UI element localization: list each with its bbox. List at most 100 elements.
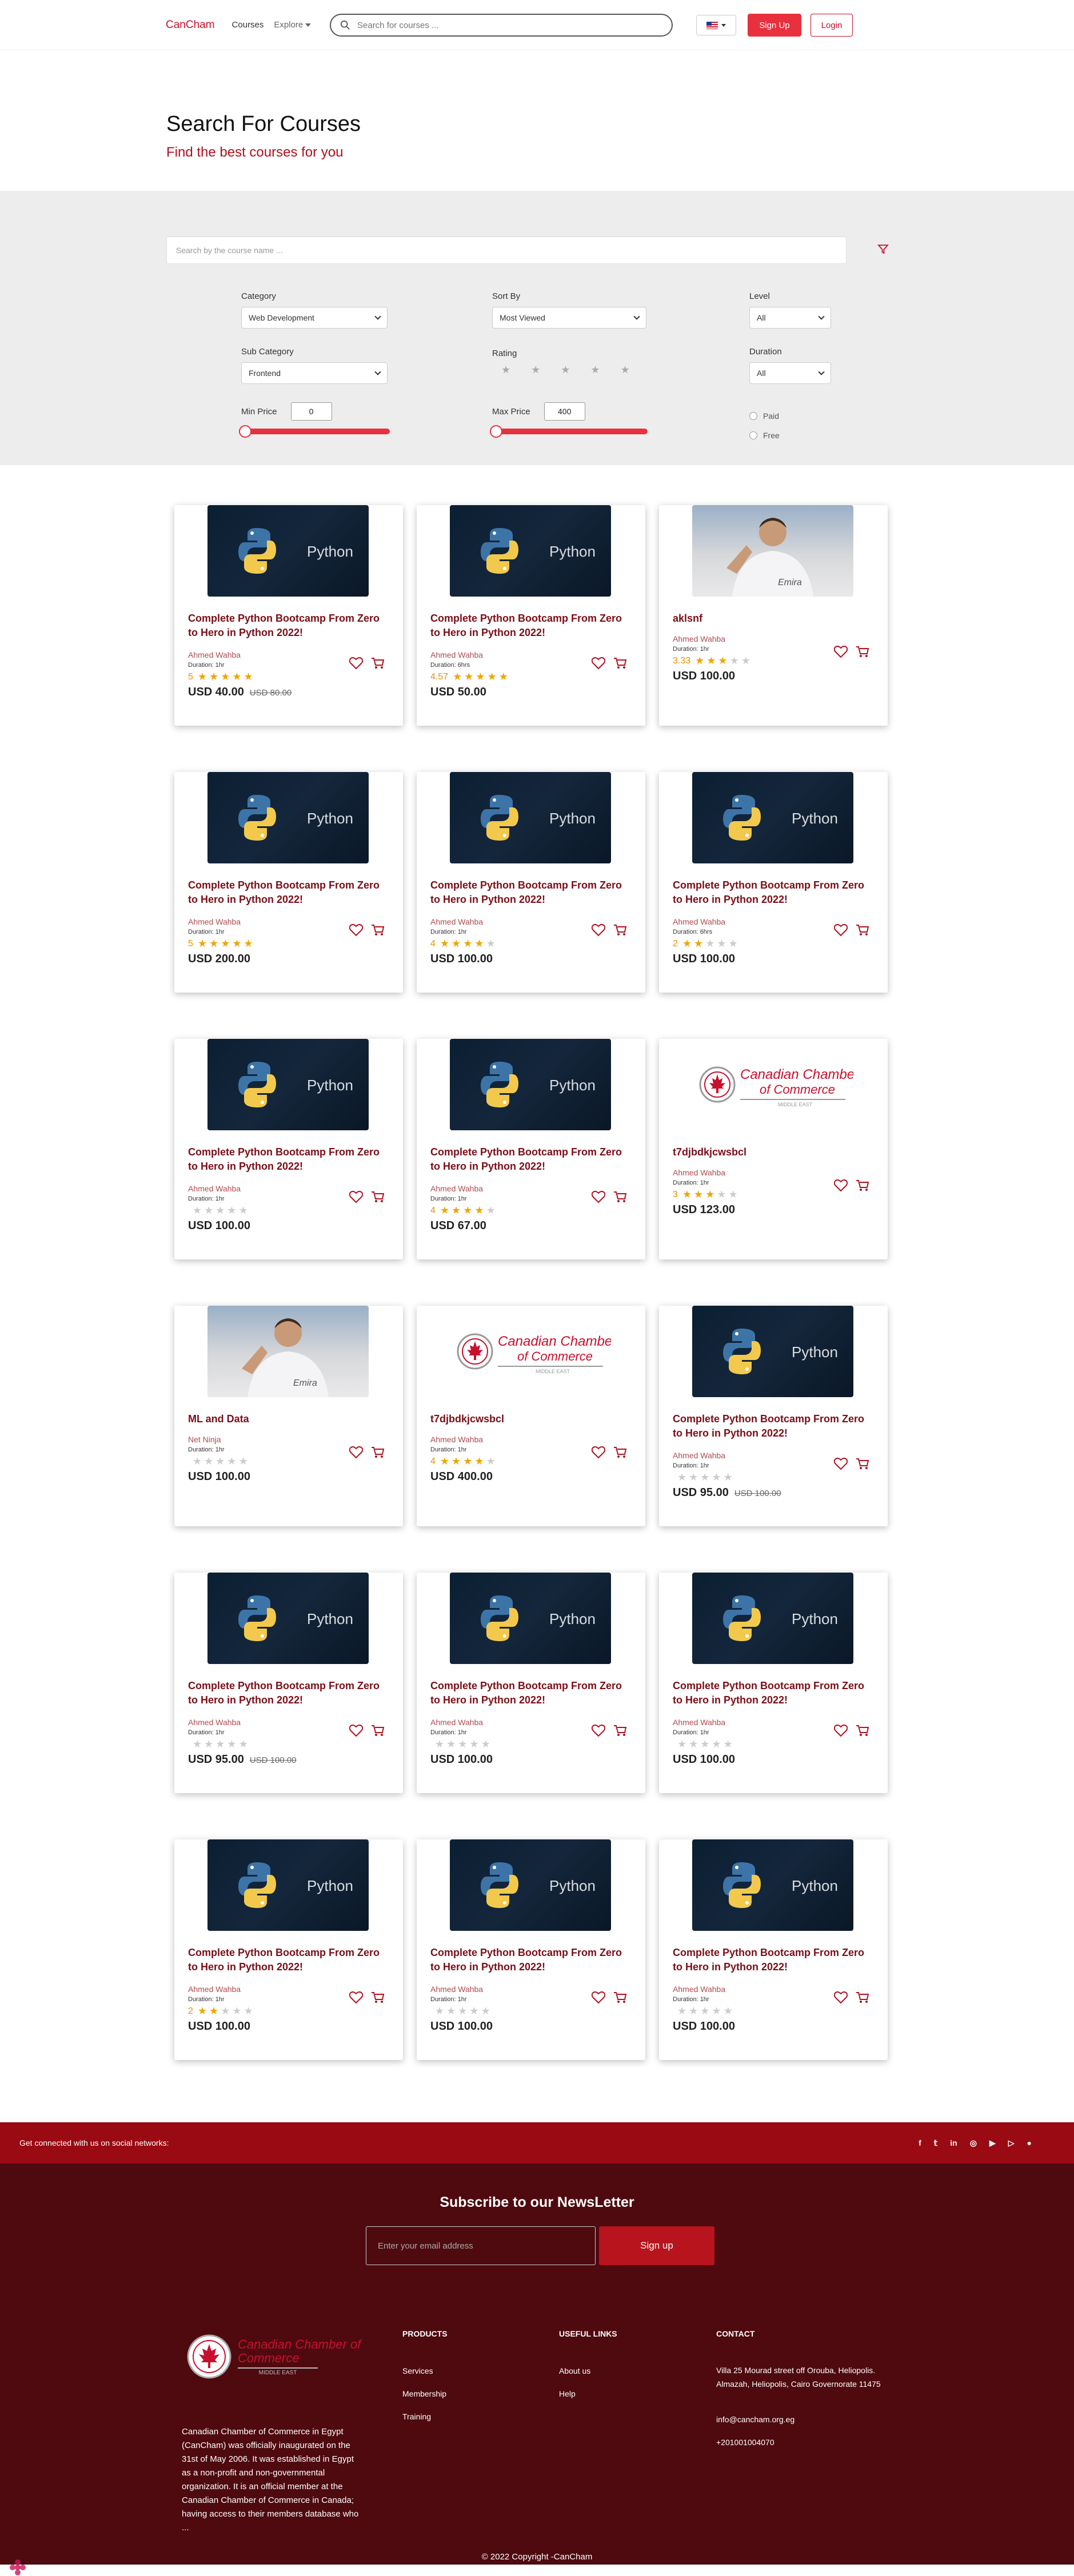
heart-icon[interactable] bbox=[592, 1725, 605, 1737]
course-card[interactable]: Python Complete Python Bootcamp From Zero… bbox=[417, 1573, 645, 1793]
signup-button[interactable]: Sign Up bbox=[748, 14, 801, 37]
slider-thumb[interactable] bbox=[490, 425, 502, 438]
heart-icon[interactable] bbox=[592, 1991, 605, 2004]
course-thumbnail[interactable]: Python bbox=[207, 1039, 369, 1130]
navbar-search[interactable] bbox=[330, 14, 673, 37]
course-card[interactable]: Python Complete Python Bootcamp From Zero… bbox=[659, 1839, 888, 2060]
radio-button[interactable] bbox=[749, 431, 757, 439]
language-selector[interactable] bbox=[696, 15, 736, 35]
footer-phone[interactable]: +201001004070 bbox=[716, 2438, 774, 2447]
login-button[interactable]: Login bbox=[811, 14, 853, 37]
course-thumbnail[interactable]: Python bbox=[450, 1839, 611, 1931]
course-card[interactable]: Python Complete Python Bootcamp From Zero… bbox=[417, 505, 645, 726]
google-play-icon[interactable]: ▷ bbox=[1008, 2138, 1015, 2148]
heart-icon[interactable] bbox=[834, 1458, 848, 1470]
navbar-search-input[interactable] bbox=[357, 20, 643, 30]
course-thumbnail[interactable]: Emira bbox=[692, 505, 853, 597]
course-title[interactable]: t7djbdkjcwsbcl bbox=[673, 1145, 874, 1159]
course-card[interactable]: Canadian Chamber of Commerce MIDDLE EAST t7… bbox=[659, 1039, 888, 1259]
heart-icon[interactable] bbox=[834, 1725, 848, 1737]
course-card[interactable]: Python Complete Python Bootcamp From Zero… bbox=[417, 1039, 645, 1259]
course-title[interactable]: Complete Python Bootcamp From Zero to He… bbox=[430, 1946, 632, 1974]
nav-courses-link[interactable]: Courses bbox=[232, 20, 264, 30]
rating-stars[interactable]: ★ ★ ★ ★ ★ bbox=[492, 364, 650, 376]
course-thumbnail[interactable]: Python bbox=[207, 772, 369, 863]
heart-icon[interactable] bbox=[349, 1991, 363, 2004]
course-title[interactable]: t7djbdkjcwsbcl bbox=[430, 1412, 632, 1426]
course-card[interactable]: Emira ML and Data Net Ninja Duration: 1hr ★ ★… bbox=[174, 1306, 403, 1526]
course-thumbnail[interactable]: Python bbox=[692, 1839, 853, 1931]
course-card[interactable]: Python Complete Python Bootcamp From Zero… bbox=[174, 505, 403, 726]
star-icon[interactable]: ★ bbox=[561, 364, 570, 375]
free-radio[interactable]: Free bbox=[749, 431, 780, 440]
course-title[interactable]: Complete Python Bootcamp From Zero to He… bbox=[673, 1679, 874, 1707]
max-price-input[interactable]: 400 bbox=[544, 402, 585, 421]
cart-icon[interactable] bbox=[856, 1179, 869, 1192]
heart-icon[interactable] bbox=[349, 1725, 363, 1737]
heart-icon[interactable] bbox=[834, 924, 848, 937]
course-card[interactable]: Python Complete Python Bootcamp From Zero… bbox=[659, 1306, 888, 1526]
heart-icon[interactable] bbox=[592, 657, 605, 670]
cart-icon[interactable] bbox=[856, 1725, 869, 1737]
heart-icon[interactable] bbox=[349, 657, 363, 670]
course-thumbnail[interactable]: Python bbox=[207, 505, 369, 597]
facebook-icon[interactable]: f bbox=[919, 2138, 921, 2148]
course-card[interactable]: Python Complete Python Bootcamp From Zero… bbox=[174, 1039, 403, 1259]
level-select[interactable]: All bbox=[749, 307, 831, 329]
newsletter-email-input[interactable]: Enter your email address bbox=[366, 2226, 596, 2265]
footer-link-training[interactable]: Training bbox=[402, 2412, 431, 2421]
course-title[interactable]: Complete Python Bootcamp From Zero to He… bbox=[430, 1145, 632, 1174]
course-title[interactable]: Complete Python Bootcamp From Zero to He… bbox=[673, 878, 874, 907]
category-select[interactable]: Web Development bbox=[241, 307, 388, 329]
course-name-search-input[interactable]: Search by the course name ... bbox=[166, 237, 847, 264]
course-title[interactable]: ML and Data bbox=[188, 1412, 389, 1426]
heart-icon[interactable] bbox=[834, 1991, 848, 2004]
course-card[interactable]: Python Complete Python Bootcamp From Zero… bbox=[174, 1573, 403, 1793]
heart-icon[interactable] bbox=[592, 1446, 605, 1459]
course-title[interactable]: Complete Python Bootcamp From Zero to He… bbox=[430, 611, 632, 640]
course-title[interactable]: Complete Python Bootcamp From Zero to He… bbox=[673, 1412, 874, 1441]
course-title[interactable]: Complete Python Bootcamp From Zero to He… bbox=[188, 1946, 389, 1974]
heart-icon[interactable] bbox=[592, 924, 605, 937]
cart-icon[interactable] bbox=[856, 924, 869, 937]
cart-icon[interactable] bbox=[613, 1446, 627, 1459]
course-title[interactable]: Complete Python Bootcamp From Zero to He… bbox=[188, 1145, 389, 1174]
course-thumbnail[interactable]: Canadian Chamber of Commerce MIDDLE EAST bbox=[450, 1306, 611, 1397]
course-thumbnail[interactable]: Python bbox=[450, 1039, 611, 1130]
newsletter-signup-button[interactable]: Sign up bbox=[599, 2226, 714, 2265]
filter-icon[interactable] bbox=[877, 243, 889, 255]
min-price-input[interactable]: 0 bbox=[290, 402, 332, 421]
footer-link-membership[interactable]: Membership bbox=[402, 2389, 446, 2398]
cart-icon[interactable] bbox=[371, 1991, 385, 2004]
course-thumbnail[interactable]: Python bbox=[207, 1573, 369, 1664]
course-card[interactable]: Canadian Chamber of Commerce MIDDLE EAST t7… bbox=[417, 1306, 645, 1526]
cart-icon[interactable] bbox=[371, 1191, 385, 1203]
youtube-icon[interactable]: ▶ bbox=[989, 2138, 996, 2148]
star-icon[interactable]: ★ bbox=[501, 364, 510, 375]
heart-icon[interactable] bbox=[834, 646, 848, 658]
radio-button[interactable] bbox=[749, 412, 757, 420]
footer-link-about[interactable]: About us bbox=[559, 2366, 590, 2375]
course-title[interactable]: Complete Python Bootcamp From Zero to He… bbox=[673, 1946, 874, 1974]
slider-thumb[interactable] bbox=[239, 425, 251, 438]
nav-explore-dropdown[interactable]: Explore bbox=[274, 20, 312, 30]
course-thumbnail[interactable]: Python bbox=[450, 1573, 611, 1664]
paid-radio[interactable]: Paid bbox=[749, 411, 780, 421]
course-title[interactable]: Complete Python Bootcamp From Zero to He… bbox=[188, 611, 389, 640]
star-icon[interactable]: ★ bbox=[531, 364, 540, 375]
heart-icon[interactable] bbox=[834, 1179, 848, 1192]
sortby-select[interactable]: Most Viewed bbox=[492, 307, 646, 329]
heart-icon[interactable] bbox=[592, 1191, 605, 1203]
course-card[interactable]: Python Complete Python Bootcamp From Zero… bbox=[174, 772, 403, 993]
star-icon[interactable]: ★ bbox=[621, 364, 630, 375]
heart-icon[interactable] bbox=[349, 924, 363, 937]
brand-logo[interactable]: CanCham bbox=[166, 19, 215, 31]
course-thumbnail[interactable]: Python bbox=[692, 1306, 853, 1397]
cart-icon[interactable] bbox=[613, 924, 627, 937]
course-title[interactable]: Complete Python Bootcamp From Zero to He… bbox=[430, 1679, 632, 1707]
cart-icon[interactable] bbox=[371, 1725, 385, 1737]
course-thumbnail[interactable]: Emira bbox=[207, 1306, 369, 1397]
settings-flower-icon[interactable] bbox=[9, 2559, 26, 2576]
course-card[interactable]: Python Complete Python Bootcamp From Zero… bbox=[417, 772, 645, 993]
course-title[interactable]: Complete Python Bootcamp From Zero to He… bbox=[430, 878, 632, 907]
